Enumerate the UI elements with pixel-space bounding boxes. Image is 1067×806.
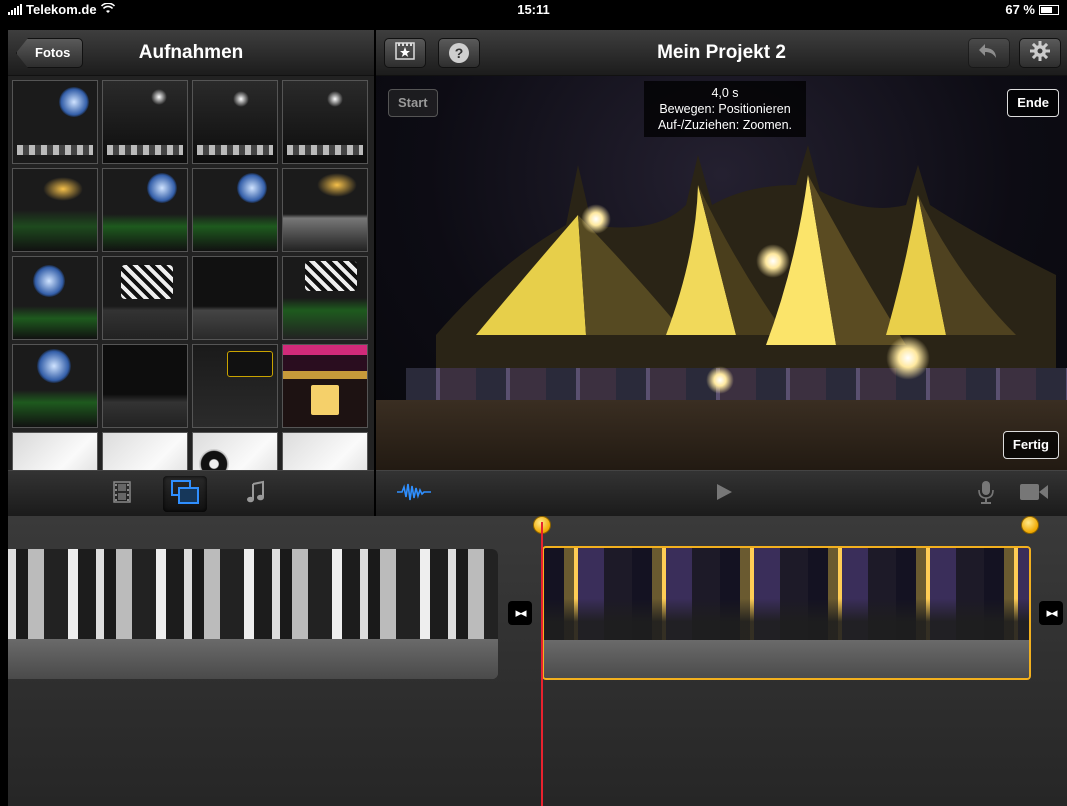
audio-waveform-button[interactable] xyxy=(392,476,436,512)
media-thumbnail[interactable] xyxy=(192,80,278,164)
media-thumbnail[interactable] xyxy=(12,432,98,470)
status-bar: Telekom.de 15:11 67 % xyxy=(0,0,1067,20)
media-thumbnail[interactable] xyxy=(282,80,368,164)
media-thumbnail[interactable] xyxy=(282,432,368,470)
media-thumbnail[interactable] xyxy=(192,432,278,470)
battery-status: 67 % xyxy=(1005,2,1059,17)
undo-button[interactable] xyxy=(968,38,1010,68)
ken-burns-info: 4,0 s Bewegen: Positionieren Auf-/Zuzieh… xyxy=(644,81,806,137)
project-navbar: ? Mein Projekt 2 xyxy=(376,30,1067,76)
clip-trim-handle-end[interactable] xyxy=(1021,516,1039,534)
film-icon xyxy=(111,480,133,509)
waveform-icon xyxy=(397,482,431,507)
media-thumbnail[interactable] xyxy=(192,256,278,340)
media-thumbnail[interactable] xyxy=(102,432,188,470)
battery-percent: 67 % xyxy=(1005,2,1035,17)
video-preview[interactable]: Start 4,0 s Bewegen: Positionieren Auf-/… xyxy=(376,76,1067,470)
media-browser: Fotos Aufnahmen xyxy=(8,30,374,470)
undo-icon xyxy=(978,42,1000,65)
done-button[interactable]: Fertig xyxy=(1002,431,1059,459)
playhead[interactable] xyxy=(541,522,543,806)
video-tab[interactable] xyxy=(100,476,144,512)
media-thumbnail[interactable] xyxy=(282,256,368,340)
timeline-toolbar xyxy=(376,470,1067,516)
media-thumbnail[interactable] xyxy=(102,80,188,164)
clip-audio-track xyxy=(544,640,1029,678)
video-camera-icon xyxy=(1019,482,1049,507)
play-button[interactable] xyxy=(702,476,746,512)
media-thumbnail[interactable] xyxy=(282,344,368,428)
timeline-clip-1[interactable] xyxy=(8,549,498,679)
timeline-clip-2-selected[interactable] xyxy=(542,546,1031,680)
media-browser-title: Aufnahmen xyxy=(138,42,244,63)
lamp-light xyxy=(581,204,611,234)
info-duration: 4,0 s xyxy=(711,86,739,100)
info-move: Bewegen: Positionieren xyxy=(659,102,791,116)
camera-button[interactable] xyxy=(1012,476,1056,512)
clip-frames xyxy=(544,548,1029,640)
transition-icon[interactable]: ▸◂ xyxy=(1039,601,1063,625)
project-title: Mein Projekt 2 xyxy=(657,42,786,63)
ground-image xyxy=(376,400,1067,470)
record-voiceover-button[interactable] xyxy=(964,476,1008,512)
media-thumbnail[interactable] xyxy=(282,168,368,252)
circus-tent-image xyxy=(436,145,1056,375)
media-thumbnail[interactable] xyxy=(102,256,188,340)
microphone-icon xyxy=(978,480,994,509)
media-thumbnail[interactable] xyxy=(192,344,278,428)
media-thumbnail[interactable] xyxy=(192,168,278,252)
start-button[interactable]: Start xyxy=(388,89,438,117)
transition-icon[interactable]: ▸◂ xyxy=(508,601,532,625)
gear-icon xyxy=(1029,40,1051,67)
media-thumbnail[interactable] xyxy=(12,80,98,164)
media-grid xyxy=(12,80,372,470)
media-browser-navbar: Fotos Aufnahmen xyxy=(8,30,374,76)
lamp-light xyxy=(706,366,734,394)
settings-button[interactable] xyxy=(1019,38,1061,68)
battery-icon xyxy=(1039,4,1059,15)
music-note-icon xyxy=(245,480,267,509)
media-thumbnail[interactable] xyxy=(12,344,98,428)
play-icon xyxy=(714,482,734,507)
info-zoom: Auf-/Zuziehen: Zoomen. xyxy=(657,118,793,132)
clip-frames xyxy=(8,549,498,639)
media-thumbnail[interactable] xyxy=(12,256,98,340)
photos-icon xyxy=(170,479,200,510)
clock: 15:11 xyxy=(517,2,550,17)
audio-tab[interactable] xyxy=(234,476,278,512)
media-thumbnail[interactable] xyxy=(102,168,188,252)
media-thumbnail[interactable] xyxy=(12,168,98,252)
media-thumbnail[interactable] xyxy=(102,344,188,428)
clip-audio-track xyxy=(8,639,498,679)
lamp-light xyxy=(886,336,930,380)
end-button[interactable]: Ende xyxy=(1007,89,1059,117)
timeline[interactable]: ▸◂ ▸◂ xyxy=(8,516,1067,806)
lamp-light xyxy=(756,244,790,278)
media-type-toolbar xyxy=(8,470,374,516)
photos-tab[interactable] xyxy=(163,476,207,512)
